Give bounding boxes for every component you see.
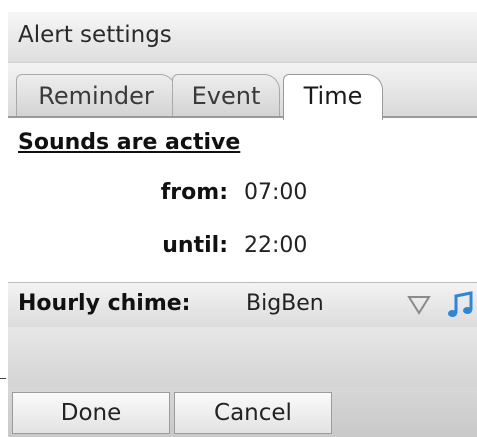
softkey-bar: Done Cancel	[8, 387, 477, 437]
dropdown-triangle-icon[interactable]	[406, 291, 432, 317]
time-panel: Sounds are active from: 07:00 until: 22:…	[8, 118, 477, 282]
hourly-chime-select[interactable]: BigBen	[246, 291, 324, 316]
music-note-icon[interactable]	[445, 289, 477, 321]
alert-settings-screen: Alert settings Reminder Event Time Sound…	[0, 0, 477, 437]
from-label: from:	[160, 180, 228, 205]
tab-event[interactable]: Event	[172, 74, 280, 118]
tab-reminder[interactable]: Reminder	[16, 74, 176, 118]
window-title: Alert settings	[18, 22, 172, 48]
edge-marker	[0, 378, 6, 379]
empty-panel-area	[8, 327, 477, 387]
title-bar: Alert settings	[8, 12, 477, 63]
cancel-button[interactable]: Cancel	[174, 392, 332, 434]
from-time-field[interactable]: 07:00	[244, 180, 307, 205]
done-button[interactable]: Done	[12, 392, 170, 434]
tab-time[interactable]: Time	[283, 74, 383, 120]
left-margin	[0, 0, 8, 437]
sounds-active-heading: Sounds are active	[18, 130, 241, 155]
until-label: until:	[162, 233, 228, 258]
hourly-chime-label: Hourly chime:	[18, 291, 191, 316]
until-time-field[interactable]: 22:00	[244, 233, 307, 258]
hourly-chime-row[interactable]: Hourly chime: BigBen	[8, 282, 477, 327]
